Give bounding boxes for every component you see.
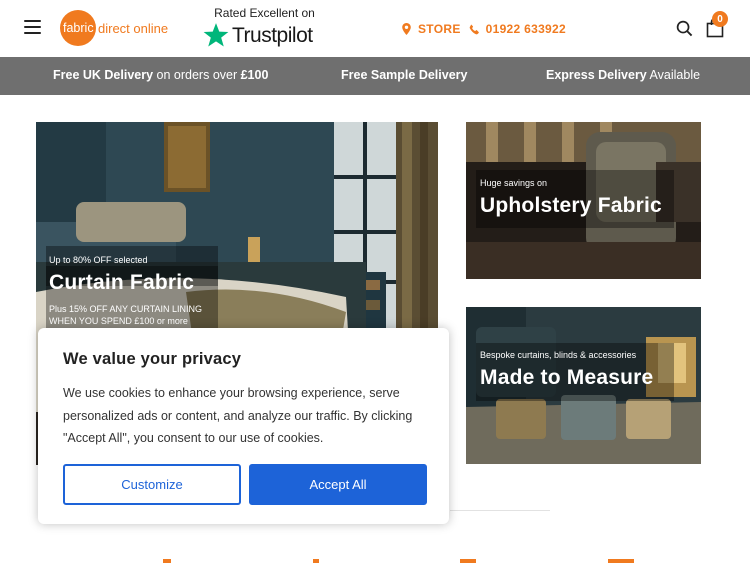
logo-text: direct online bbox=[98, 20, 169, 36]
section-divider bbox=[450, 510, 550, 511]
curtain-caption-box: Curtain Fabric Plus 15% OFF ANY CURTAIN … bbox=[46, 266, 218, 328]
search-icon[interactable] bbox=[676, 20, 693, 37]
cookie-consent-dialog: We value your privacy We use cookies to … bbox=[38, 328, 449, 524]
curtain-note-line2: WHEN YOU SPEND £100 or more bbox=[49, 316, 188, 326]
site-logo[interactable]: fabric direct online bbox=[60, 10, 168, 46]
phone-link[interactable]: 01922 633922 bbox=[486, 22, 566, 36]
curtain-title: Curtain Fabric bbox=[49, 271, 195, 294]
phone-icon bbox=[469, 24, 479, 34]
trustpilot-rating[interactable]: Rated Excellent on Trustpilot bbox=[202, 6, 327, 49]
logo-circle: fabric bbox=[60, 10, 96, 46]
store-link[interactable]: STORE bbox=[418, 22, 461, 36]
mtm-small-text: Bespoke curtains, blinds & accessories bbox=[480, 350, 637, 360]
promo-express-text: Available bbox=[646, 68, 701, 82]
customize-button[interactable]: Customize bbox=[63, 464, 241, 505]
promo-free-delivery[interactable]: Free UK Delivery on orders over £100 bbox=[53, 68, 268, 82]
rated-label: Rated Excellent on bbox=[214, 6, 315, 20]
curtain-small-text: Up to 80% OFF selected bbox=[49, 255, 148, 265]
mtm-caption-box: Bespoke curtains, blinds & accessories M… bbox=[476, 343, 674, 401]
cart-count-badge: 0 bbox=[712, 11, 728, 27]
contact-links: STORE 01922 633922 bbox=[402, 22, 566, 36]
upholstery-title: Upholstery Fabric bbox=[480, 194, 662, 217]
promo-free-delivery-bold: Free UK Delivery bbox=[53, 68, 154, 82]
promo-free-delivery-amount: £100 bbox=[240, 68, 269, 82]
accept-all-button[interactable]: Accept All bbox=[249, 464, 427, 505]
promo-free-delivery-text: on orders over bbox=[153, 68, 241, 82]
promo-bar: Free UK Delivery on orders over £100 Fre… bbox=[0, 57, 750, 95]
trustpilot-star-icon bbox=[203, 23, 229, 47]
bottom-icon-partial bbox=[460, 559, 476, 563]
menu-icon[interactable] bbox=[24, 20, 41, 34]
promo-express-delivery[interactable]: Express Delivery Available bbox=[546, 68, 700, 82]
promo-free-samples-bold: Free Sample Delivery bbox=[341, 68, 468, 82]
upholstery-fabric-tile[interactable]: Huge savings on Upholstery Fabric bbox=[466, 122, 701, 279]
curtain-note-line1: Plus 15% OFF ANY CURTAIN LINING bbox=[49, 304, 203, 314]
logo-circle-text: fabric bbox=[63, 21, 94, 35]
promo-express-bold: Express Delivery bbox=[546, 68, 647, 82]
bottom-icon-partial bbox=[313, 559, 319, 563]
upholstery-small-text: Huge savings on bbox=[480, 178, 548, 188]
upholstery-caption-box: Huge savings on Upholstery Fabric bbox=[476, 170, 674, 228]
made-to-measure-tile[interactable]: Bespoke curtains, blinds & accessories M… bbox=[466, 307, 701, 464]
promo-free-samples[interactable]: Free Sample Delivery bbox=[341, 68, 467, 82]
mtm-title: Made to Measure bbox=[480, 366, 654, 389]
site-header: fabric direct online Rated Excellent on … bbox=[0, 0, 750, 57]
trustpilot-wordmark: Trustpilot bbox=[232, 23, 313, 47]
location-pin-icon bbox=[402, 23, 411, 35]
bottom-icon-partial bbox=[608, 559, 634, 563]
bottom-icon-partial bbox=[163, 559, 171, 563]
cookie-title: We value your privacy bbox=[63, 350, 242, 368]
cookie-body: We use cookies to enhance your browsing … bbox=[63, 386, 413, 445]
